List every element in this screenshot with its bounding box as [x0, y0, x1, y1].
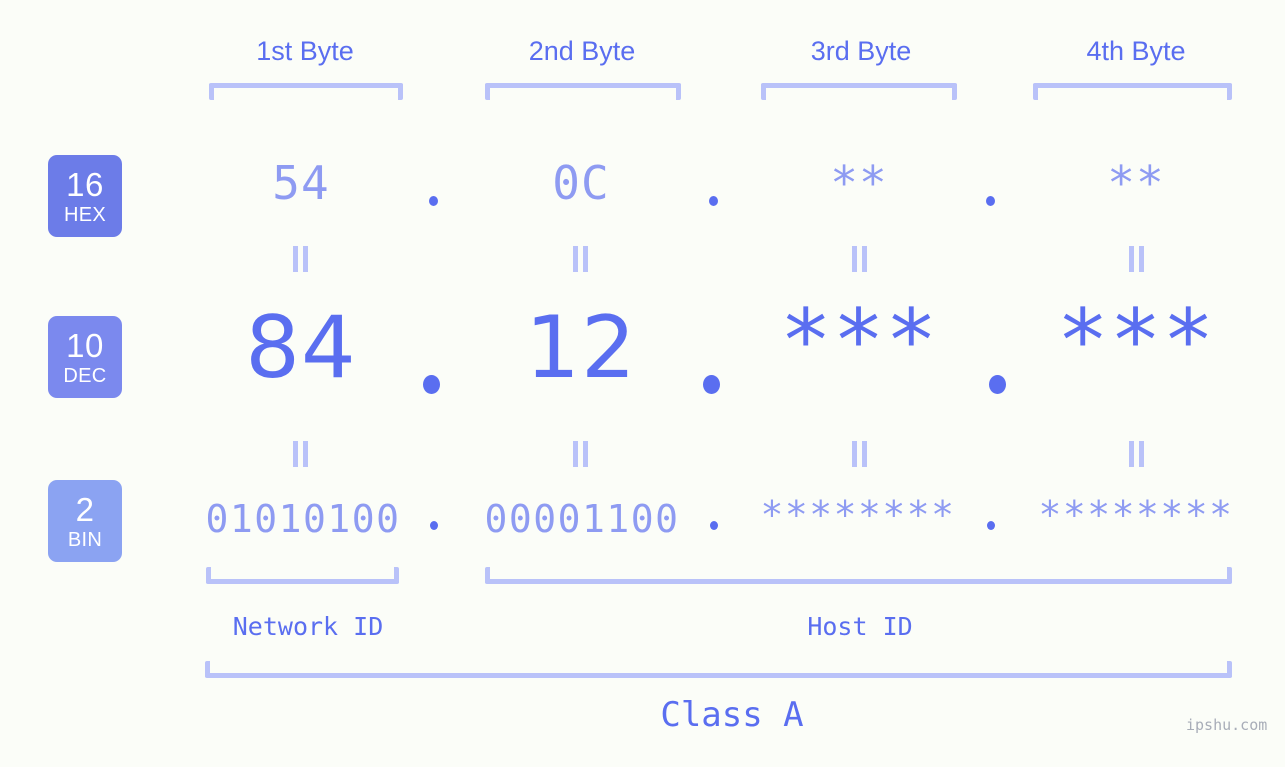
- bin-byte-2-value: 00001100: [484, 497, 680, 541]
- base-badge-bin[interactable]: 2 BIN: [48, 480, 122, 562]
- bin-byte-1-value: 01010100: [205, 497, 401, 541]
- ip-address-breakdown-diagram: 1st Byte 2nd Byte 3rd Byte 4th Byte 16 H…: [0, 0, 1285, 767]
- byte-bracket-2: [485, 83, 681, 100]
- dec-byte-1-value: 84: [245, 298, 357, 398]
- equals-mark-dec-bin-4: [1128, 441, 1146, 467]
- dec-byte-3-value: ***: [779, 291, 939, 391]
- equals-mark-hex-dec-3: [851, 246, 869, 272]
- dec-separator-dot-3: [989, 375, 1006, 394]
- equals-mark-hex-dec-2: [572, 246, 590, 272]
- bin-byte-4-value: ********: [1038, 493, 1234, 537]
- equals-mark-dec-bin-2: [572, 441, 590, 467]
- base-badge-bin-number: 2: [75, 490, 95, 528]
- base-badge-bin-name: BIN: [67, 528, 103, 551]
- byte-bracket-4: [1033, 83, 1232, 100]
- hex-byte-4-value: **: [1107, 156, 1165, 210]
- network-id-bracket: [206, 567, 399, 584]
- hex-separator-dot-1: [429, 196, 438, 206]
- equals-mark-dec-bin-1: [292, 441, 310, 467]
- network-id-label: Network ID: [232, 612, 384, 641]
- byte-header-3: 3rd Byte: [810, 36, 912, 66]
- equals-mark-dec-bin-3: [851, 441, 869, 467]
- byte-header-2: 2nd Byte: [528, 36, 636, 66]
- base-badge-dec-name: DEC: [63, 364, 107, 387]
- equals-mark-hex-dec-1: [292, 246, 310, 272]
- base-badge-hex-number: 16: [66, 165, 104, 203]
- host-id-bracket: [485, 567, 1232, 584]
- dec-separator-dot-1: [423, 375, 440, 394]
- hex-separator-dot-2: [709, 196, 718, 206]
- bin-separator-dot-1: [430, 521, 438, 530]
- host-id-label: Host ID: [807, 612, 913, 641]
- dec-byte-2-value: 12: [525, 298, 637, 398]
- bin-separator-dot-2: [710, 521, 718, 530]
- site-watermark: ipshu.com: [1186, 716, 1268, 734]
- bin-separator-dot-3: [987, 521, 995, 530]
- byte-header-1: 1st Byte: [256, 36, 354, 66]
- byte-header-4: 4th Byte: [1086, 36, 1186, 66]
- hex-byte-2-value: 0C: [552, 156, 610, 210]
- byte-bracket-3: [761, 83, 957, 100]
- dec-byte-4-value: ***: [1056, 291, 1216, 391]
- base-badge-dec[interactable]: 10 DEC: [48, 316, 122, 398]
- hex-byte-3-value: **: [830, 156, 888, 210]
- bin-byte-3-value: ********: [760, 493, 956, 537]
- dec-separator-dot-2: [703, 375, 720, 394]
- base-badge-hex[interactable]: 16 HEX: [48, 155, 122, 237]
- base-badge-dec-number: 10: [66, 326, 104, 364]
- byte-bracket-1: [209, 83, 403, 100]
- base-badge-hex-name: HEX: [63, 203, 107, 226]
- hex-byte-1-value: 54: [272, 156, 330, 210]
- class-label: Class A: [660, 695, 804, 735]
- class-bracket: [205, 661, 1232, 678]
- equals-mark-hex-dec-4: [1128, 246, 1146, 272]
- hex-separator-dot-3: [986, 196, 995, 206]
